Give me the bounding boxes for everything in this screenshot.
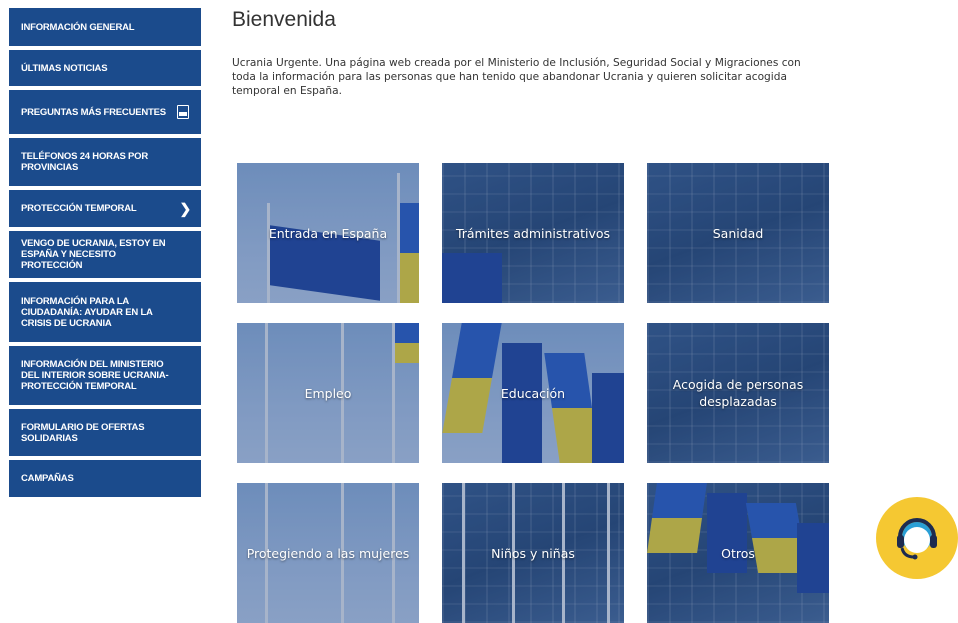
help-chat-button[interactable]	[876, 497, 958, 579]
headset-help-icon	[897, 518, 937, 560]
sidebar-item-informacion-general[interactable]: INFORMACIÓN GENERAL	[9, 8, 201, 46]
sidebar-item-label: INFORMACIÓN GENERAL	[21, 21, 135, 33]
sidebar-item-label: PREGUNTAS MÁS FRECUENTES	[21, 106, 166, 118]
tile-label: Empleo	[304, 385, 352, 401]
sidebar-item-label: VENGO DE UCRANIA, ESTOY EN ESPAÑA Y NECE…	[21, 238, 166, 271]
sidebar-item-label: INFORMACIÓN DEL MINISTERIO DEL INTERIOR …	[21, 359, 169, 392]
sidebar-item-label: ÚLTIMAS NOTICIAS	[21, 62, 108, 74]
sidebar-item-label: FORMULARIO DE OFERTAS SOLIDARIAS	[21, 421, 145, 444]
tile-label: Sanidad	[712, 225, 764, 241]
sidebar-item-label: CAMPAÑAS	[21, 473, 74, 484]
tile-tramites-administrativos[interactable]: Trámites administrativos	[442, 163, 624, 303]
tile-protegiendo-mujeres[interactable]: Protegiendo a las mujeres	[237, 483, 419, 623]
tile-label: Trámites administrativos	[455, 225, 611, 241]
chevron-right-icon: ❯	[179, 200, 191, 216]
tile-label: Protegiendo a las mujeres	[246, 545, 410, 561]
tile-label: Niños y niñas	[491, 545, 575, 561]
tile-educacion[interactable]: Educación	[442, 323, 624, 463]
sidebar-item-campanas[interactable]: CAMPAÑAS	[9, 460, 201, 497]
tile-entrada-en-espana[interactable]: Entrada en España	[237, 163, 419, 303]
intro-text: Ucrania Urgente. Una página web creada p…	[232, 57, 801, 97]
sidebar-item-preguntas-frecuentes[interactable]: PREGUNTAS MÁS FRECUENTES	[9, 90, 201, 134]
tile-label: Educación	[500, 385, 566, 401]
sidebar-item-telefonos[interactable]: TELÉFONOS 24 HORAS POR PROVINCIAS	[9, 138, 201, 186]
sidebar-item-proteccion-temporal[interactable]: PROTECCIÓN TEMPORAL ❯	[9, 190, 201, 227]
tile-sanidad[interactable]: Sanidad	[647, 163, 829, 303]
sidebar-item-ministerio-interior[interactable]: INFORMACIÓN DEL MINISTERIO DEL INTERIOR …	[9, 346, 201, 405]
sidebar-item-ultimas-noticias[interactable]: ÚLTIMAS NOTICIAS	[9, 50, 201, 86]
sidebar-item-formulario-ofertas[interactable]: FORMULARIO DE OFERTAS SOLIDARIAS	[9, 409, 201, 456]
tile-acogida-personas[interactable]: Acogida de personas desplazadas	[647, 323, 829, 463]
tile-empleo[interactable]: Empleo	[237, 323, 419, 463]
tile-label: Acogida de personas desplazadas	[672, 377, 804, 409]
sidebar-item-label: TELÉFONOS 24 HORAS POR PROVINCIAS	[21, 151, 149, 173]
sidebar-menu: INFORMACIÓN GENERAL ÚLTIMAS NOTICIAS PRE…	[9, 8, 201, 501]
tile-label: Otros	[721, 545, 755, 561]
sidebar-item-label: INFORMACIÓN PARA LA CIUDADANÍA: AYUDAR E…	[21, 295, 153, 329]
sidebar-item-informacion-ciudadania[interactable]: INFORMACIÓN PARA LA CIUDADANÍA: AYUDAR E…	[9, 282, 201, 342]
tile-otros[interactable]: Otros	[647, 483, 829, 623]
tile-label: Entrada en España	[268, 225, 388, 241]
tile-ninos-y-ninas[interactable]: Niños y niñas	[442, 483, 624, 623]
pdf-icon	[177, 105, 189, 119]
sidebar-item-label: PROTECCIÓN TEMPORAL	[21, 203, 137, 214]
page-title: Bienvenida	[232, 8, 336, 31]
sidebar-item-vengo-de-ucrania[interactable]: VENGO DE UCRANIA, ESTOY EN ESPAÑA Y NECE…	[9, 231, 201, 278]
